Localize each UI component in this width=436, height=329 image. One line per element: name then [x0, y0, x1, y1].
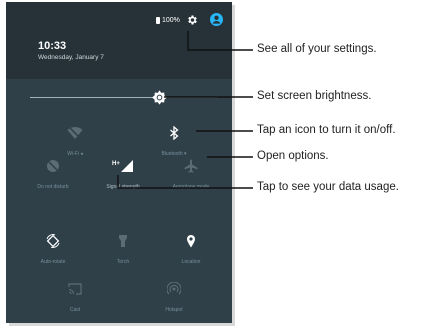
- tile-bluetooth[interactable]: Bluetooth ▾: [139, 126, 209, 157]
- tile-signal-strength[interactable]: H+ Signal strength: [88, 159, 158, 190]
- auto-rotate-icon: [46, 234, 60, 248]
- location-pin-icon: [187, 235, 195, 248]
- tile-label: Bluetooth ▾: [161, 151, 187, 157]
- chevron-down-icon[interactable]: ◂: [80, 151, 83, 157]
- tile-label: Aeroplane mode: [172, 184, 210, 190]
- brightness-fill: [30, 97, 154, 98]
- quick-settings-panel: 100% 10:33 Wednesday, January 7 Wi-Fi ◂: [6, 2, 232, 323]
- tile-cast[interactable]: Cast: [40, 282, 110, 313]
- network-type-badge: H+: [112, 161, 120, 167]
- callout-brightness: Set screen brightness.: [257, 90, 372, 102]
- callout-options: Open options.: [257, 150, 329, 162]
- tile-label: Torch: [116, 259, 130, 265]
- tile-do-not-disturb[interactable]: Do not disturb: [18, 159, 88, 190]
- tile-label: Cast: [69, 307, 81, 313]
- tile-label: Signal strength: [106, 184, 140, 190]
- hotspot-icon: [167, 282, 181, 295]
- battery-percent: 100%: [162, 17, 180, 24]
- wifi-icon: [67, 126, 83, 140]
- tile-airplane-mode[interactable]: Aeroplane mode: [156, 159, 226, 190]
- callout-toggle: Tap an icon to turn it on/off.: [257, 124, 396, 136]
- airplane-icon: [184, 159, 198, 173]
- clock-date: Wednesday, January 7: [38, 54, 104, 61]
- battery-status: 100%: [156, 17, 180, 24]
- callout-data: Tap to see your data usage.: [257, 181, 399, 193]
- cast-icon: [68, 283, 82, 295]
- tile-torch[interactable]: Torch: [88, 234, 158, 265]
- signal-strength-icon: H+: [112, 160, 133, 172]
- clock-time: 10:33: [38, 40, 67, 52]
- tile-location[interactable]: Location: [156, 234, 226, 265]
- user-avatar-icon[interactable]: [210, 13, 223, 26]
- tile-label: Hotspot: [165, 307, 183, 313]
- tile-wifi[interactable]: Wi-Fi ◂: [40, 126, 110, 157]
- chevron-down-icon[interactable]: ▾: [184, 151, 187, 157]
- tile-label: Do not disturb: [37, 184, 69, 190]
- settings-gear-icon[interactable]: [186, 14, 198, 26]
- tile-auto-rotate[interactable]: Auto-rotate: [18, 234, 88, 265]
- do-not-disturb-icon: [47, 160, 59, 172]
- bluetooth-icon: [170, 126, 179, 140]
- brightness-slider-thumb-icon[interactable]: [151, 89, 168, 106]
- tile-label: Location: [181, 259, 201, 265]
- tile-hotspot[interactable]: Hotspot: [139, 282, 209, 313]
- tile-label: Wi-Fi ◂: [67, 151, 83, 157]
- callout-settings: See all of your settings.: [257, 43, 377, 55]
- panel-header: 100% 10:33 Wednesday, January 7: [6, 2, 232, 79]
- torch-icon: [119, 235, 127, 247]
- tile-label: Auto-rotate: [40, 259, 66, 265]
- battery-icon: [156, 17, 160, 24]
